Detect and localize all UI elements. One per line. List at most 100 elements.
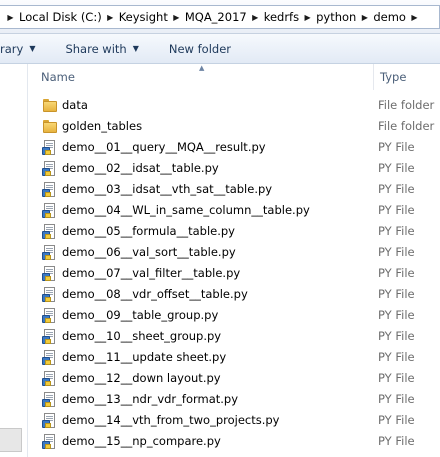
python-file-icon	[42, 140, 58, 155]
breadcrumb[interactable]: ▶ Local Disk (C:) ▶ Keysight ▶ MQA_2017 …	[0, 5, 440, 29]
file-type: PY File	[378, 203, 415, 217]
list-item[interactable]: demo__11__update sheet.py PY File	[29, 347, 440, 368]
file-list: data File folder golden_tables File folder d…	[29, 95, 440, 452]
file-name: demo__02__idsat__table.py	[62, 161, 219, 175]
breadcrumb-item-keysight[interactable]: Keysight	[117, 6, 170, 28]
list-item[interactable]: demo__04__WL_in_same_column__table.py PY …	[29, 200, 440, 221]
navigation-pane[interactable]	[0, 64, 28, 457]
column-type-label: Type	[380, 70, 407, 84]
python-file-icon-shape	[42, 350, 57, 366]
file-type: PY File	[378, 245, 415, 259]
column-header-name[interactable]: Name	[29, 64, 374, 90]
python-file-icon-shape	[42, 266, 57, 282]
python-file-icon-shape	[42, 224, 57, 240]
list-item[interactable]: demo__08__vdr_offset__table.py PY File	[29, 284, 440, 305]
python-file-icon	[42, 203, 58, 218]
list-item[interactable]: golden_tables File folder	[29, 116, 440, 137]
chevron-down-icon: ▼	[29, 44, 36, 53]
python-file-icon	[42, 350, 58, 365]
column-header-type[interactable]: Type	[374, 64, 440, 90]
python-file-icon-shape	[42, 392, 57, 408]
python-file-icon-shape	[42, 329, 57, 345]
breadcrumb-item-local-disk[interactable]: Local Disk (C:)	[17, 6, 104, 28]
file-name: golden_tables	[62, 119, 143, 133]
list-item[interactable]: data File folder	[29, 95, 440, 116]
breadcrumb-arrow-icon[interactable]: ▶	[170, 6, 183, 28]
breadcrumb-arrow-icon[interactable]: ▶	[358, 6, 371, 28]
file-name: demo__01__query__MQA__result.py	[62, 140, 266, 154]
file-type: File folder	[378, 119, 435, 133]
python-file-icon	[42, 308, 58, 323]
file-type: PY File	[378, 434, 415, 448]
python-file-icon	[42, 161, 58, 176]
list-item[interactable]: demo__12__down layout.py PY File	[29, 368, 440, 389]
breadcrumb-item-demo[interactable]: demo	[371, 6, 408, 28]
file-type: PY File	[378, 266, 415, 280]
python-file-icon-shape	[42, 245, 57, 261]
list-item[interactable]: demo__02__idsat__table.py PY File	[29, 158, 440, 179]
new-folder-button[interactable]: New folder	[163, 38, 237, 60]
file-name: demo__03__idsat__vth_sat__table.py	[62, 182, 273, 196]
column-name-label: Name	[41, 70, 75, 84]
folder-icon-shape	[42, 98, 58, 112]
file-name: demo__05__formula__table.py	[62, 224, 235, 238]
python-file-icon-shape	[42, 371, 57, 387]
breadcrumb-item-python[interactable]: python	[314, 6, 358, 28]
list-item[interactable]: demo__01__query__MQA__result.py PY File	[29, 137, 440, 158]
file-name: demo__08__vdr_offset__table.py	[62, 287, 248, 301]
python-file-icon	[42, 266, 58, 281]
file-name: demo__13__ndr_vdr_format.py	[62, 392, 239, 406]
file-name: demo__07__val_filter__table.py	[62, 266, 241, 280]
breadcrumb-item-mqa2017[interactable]: MQA_2017	[183, 6, 249, 28]
file-name: demo__04__WL_in_same_column__table.py	[62, 203, 310, 217]
python-file-icon	[42, 392, 58, 407]
file-type: PY File	[378, 182, 415, 196]
share-with-button[interactable]: Share with ▼	[59, 38, 144, 60]
file-name: demo__14__vth_from_two_projects.py	[62, 413, 280, 427]
list-item[interactable]: demo__06__val_sort__table.py PY File	[29, 242, 440, 263]
list-item[interactable]: demo__13__ndr_vdr_format.py PY File	[29, 389, 440, 410]
file-type: PY File	[378, 287, 415, 301]
python-file-icon	[42, 245, 58, 260]
python-file-icon-shape	[42, 203, 57, 219]
list-item[interactable]: demo__15__np_compare.py PY File	[29, 431, 440, 452]
file-name: demo__06__val_sort__table.py	[62, 245, 236, 259]
python-file-icon	[42, 224, 58, 239]
file-type: PY File	[378, 224, 415, 238]
list-item[interactable]: demo__14__vth_from_two_projects.py PY Fil…	[29, 410, 440, 431]
share-with-label: Share with	[65, 41, 127, 56]
chevron-down-icon: ▼	[132, 44, 139, 53]
command-toolbar: rary ▼ Share with ▼ New folder	[0, 34, 440, 64]
file-type: PY File	[378, 350, 415, 364]
python-file-icon-shape	[42, 287, 57, 303]
python-file-icon-shape	[42, 434, 57, 450]
file-type: PY File	[378, 140, 415, 154]
list-item[interactable]: demo__09__table_group.py PY File	[29, 305, 440, 326]
breadcrumb-arrow-icon[interactable]: ▶	[301, 6, 314, 28]
navigation-pane-scrollbar[interactable]	[0, 428, 22, 452]
list-item[interactable]: demo__03__idsat__vth_sat__table.py PY Fil…	[29, 179, 440, 200]
python-file-icon	[42, 287, 58, 302]
python-file-icon	[42, 182, 58, 197]
list-item[interactable]: demo__07__val_filter__table.py PY File	[29, 263, 440, 284]
file-type: PY File	[378, 371, 415, 385]
include-in-library-button[interactable]: rary ▼	[0, 38, 41, 60]
python-file-icon	[42, 413, 58, 428]
breadcrumb-arrow-icon[interactable]: ▶	[104, 6, 117, 28]
python-file-icon	[42, 371, 58, 386]
file-type: PY File	[378, 392, 415, 406]
file-name: demo__09__table_group.py	[62, 308, 219, 322]
file-name: demo__11__update sheet.py	[62, 350, 227, 364]
file-name: demo__10__sheet_group.py	[62, 329, 222, 343]
list-item[interactable]: demo__05__formula__table.py PY File	[29, 221, 440, 242]
file-type: File folder	[378, 98, 435, 112]
list-item[interactable]: demo__10__sheet_group.py PY File	[29, 326, 440, 347]
breadcrumb-arrow-icon[interactable]: ▶	[408, 6, 421, 28]
breadcrumb-arrow-icon[interactable]: ▶	[4, 6, 17, 28]
breadcrumb-arrow-icon[interactable]: ▶	[249, 6, 262, 28]
file-name: demo__15__np_compare.py	[62, 434, 221, 448]
breadcrumb-item-kedrfs[interactable]: kedrfs	[262, 6, 301, 28]
file-name: demo__12__down layout.py	[62, 371, 221, 385]
folder-icon	[42, 98, 58, 113]
python-file-icon-shape	[42, 161, 57, 177]
